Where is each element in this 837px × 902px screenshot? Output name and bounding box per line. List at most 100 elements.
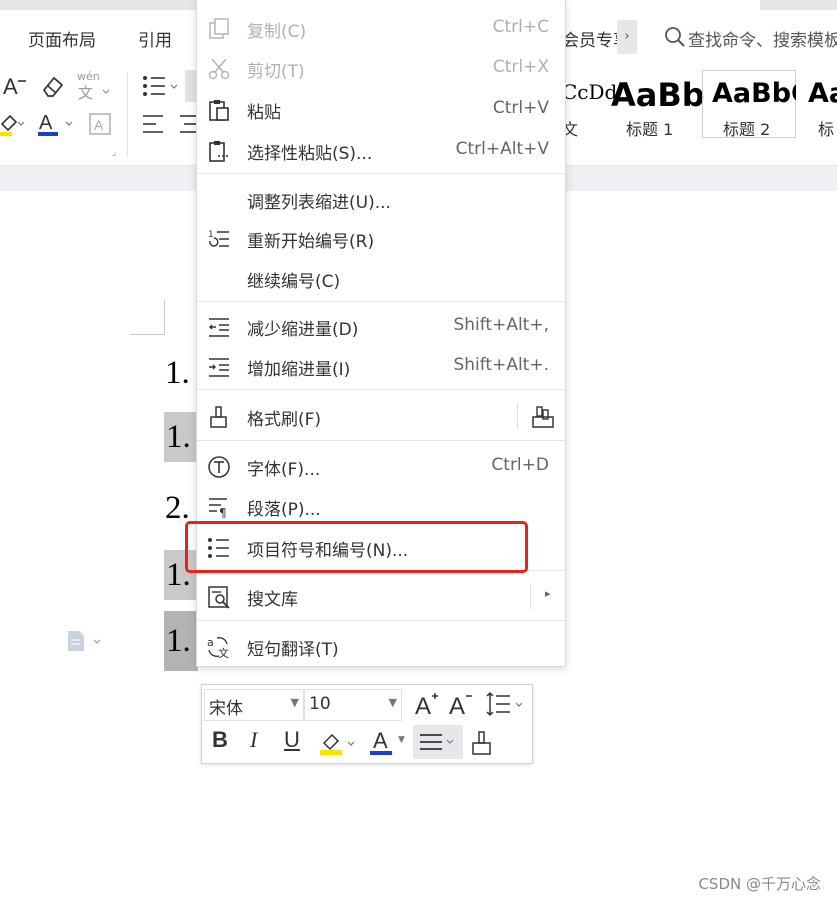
menu-item-copy[interactable]: 复制(C) Ctrl+C (197, 9, 565, 47)
document-options-icon[interactable] (66, 630, 106, 656)
menu-item-shortcut: Ctrl+X (492, 57, 549, 77)
pinyin-guide-icon[interactable]: wén 文 (77, 70, 111, 102)
style-label-heading-3: 标 (818, 120, 835, 139)
tab-references[interactable]: 引用 (138, 26, 172, 51)
menu-item-cut[interactable]: 剪切(T) Ctrl+X (197, 49, 565, 87)
list-item-number[interactable]: 1. (164, 412, 198, 462)
svg-text:¶: ¶ (219, 506, 227, 519)
align-center-icon[interactable] (178, 113, 196, 139)
character-border-icon[interactable]: A (88, 112, 112, 140)
font-color-icon[interactable]: A (38, 110, 78, 142)
chevron-down-icon: ▼ (398, 735, 405, 745)
font-name-select[interactable]: 宋体 ▼ (204, 689, 304, 721)
menu-separator (197, 620, 565, 621)
increase-font-size-icon[interactable]: A (2, 72, 30, 98)
paste-icon (207, 98, 231, 122)
menu-item-label: 重新开始编号(R) (247, 232, 375, 252)
menu-item-translate[interactable]: a文 短句翻译(T) (197, 627, 565, 665)
highlighter-icon[interactable] (0, 110, 30, 142)
font-name-value: 宋体 (209, 699, 243, 719)
menu-item-label: 搜文库 (247, 590, 298, 610)
style-label-heading-2: 标题 2 (723, 120, 771, 139)
menu-item-shortcut: Ctrl+D (491, 455, 549, 475)
search-command-input[interactable]: 查找命令、搜索模板 (688, 26, 837, 51)
menu-item-paste[interactable]: 粘贴 Ctrl+V (197, 90, 565, 128)
menu-item-adjust-list-indent[interactable]: 调整列表缩进(U)... (197, 180, 565, 218)
font-color-button[interactable]: A ▼ (370, 728, 406, 757)
tabs-scroll-right[interactable]: › (617, 20, 637, 54)
menu-item-label: 短句翻译(T) (247, 640, 339, 660)
decrease-font-size-icon[interactable]: A (448, 690, 474, 722)
menu-item-format-painter[interactable]: 格式刷(F) (197, 397, 565, 435)
menu-item-shortcut: Shift+Alt+, (453, 315, 549, 335)
menu-item-restart-numbering[interactable]: 1 重新开始编号(R) (197, 219, 565, 257)
menu-item-increase-indent[interactable]: 增加缩进量(I) Shift+Alt+. (197, 347, 565, 385)
svg-text:A: A (39, 112, 53, 134)
paste-special-icon (207, 139, 231, 163)
menu-item-continue-numbering[interactable]: 继续编号(C) (197, 259, 565, 297)
style-preview-heading-2[interactable]: AaBbC (712, 78, 796, 109)
italic-button[interactable]: I (250, 727, 257, 757)
svg-text:a: a (207, 636, 214, 649)
menu-item-paste-special[interactable]: 选择性粘贴(S)... Ctrl+Alt+V (197, 131, 565, 169)
highlighter-icon[interactable] (320, 730, 360, 760)
format-painter-multi-icon[interactable] (531, 404, 557, 434)
menu-item-divider (517, 403, 518, 429)
submenu-arrow-icon: ▸ (545, 587, 551, 600)
menu-item-label: 粘贴 (247, 103, 281, 123)
menu-item-label: 剪切(T) (247, 62, 305, 82)
tab-page-layout[interactable]: 页面布局 (28, 26, 96, 51)
menu-item-label: 减少缩进量(D) (247, 320, 359, 340)
line-spacing-icon[interactable] (486, 691, 528, 721)
menu-item-label: 格式刷(F) (247, 410, 322, 430)
menu-item-label: 段落(P)... (247, 500, 321, 520)
menu-item-shortcut: Shift+Alt+. (453, 355, 549, 375)
font-color-swatch (370, 751, 392, 755)
menu-item-label: 继续编号(C) (247, 272, 341, 292)
style-preview-normal[interactable]: CcDd (562, 80, 617, 104)
increase-indent-icon (207, 355, 231, 379)
font-size-select[interactable]: 10 ▼ (304, 689, 402, 721)
mini-toolbar: 宋体 ▼ 10 ▼ A A B I U A ▼ (201, 684, 533, 764)
decrease-indent-icon (207, 315, 231, 339)
align-button[interactable] (413, 725, 463, 759)
svg-text:A: A (449, 693, 465, 718)
underline-button[interactable]: U (284, 727, 300, 757)
font-icon (207, 455, 231, 479)
bold-button[interactable]: B (212, 727, 228, 757)
format-painter-icon[interactable] (470, 730, 494, 760)
list-item-number[interactable]: 1. (164, 611, 198, 671)
menu-item-label: 复制(C) (247, 22, 307, 42)
menu-item-search-library[interactable]: 搜文库 ▸ (197, 577, 565, 615)
page-margin-marker (130, 300, 165, 335)
list-item-number[interactable]: 1. (165, 355, 190, 392)
menu-item-paragraph[interactable]: ¶ 段落(P)... (197, 487, 565, 525)
menu-item-decrease-indent[interactable]: 减少缩进量(D) Shift+Alt+, (197, 307, 565, 345)
svg-text:文: 文 (218, 646, 229, 659)
menu-item-shortcut: Ctrl+C (492, 17, 549, 37)
style-preview-heading-1[interactable]: AaBb (611, 76, 705, 114)
svg-text:1: 1 (208, 230, 214, 240)
style-preview-heading-3[interactable]: Aa (808, 78, 837, 109)
svg-text:A: A (3, 74, 18, 98)
style-label-heading-1: 标题 1 (626, 120, 674, 139)
menu-item-shortcut: Ctrl+Alt+V (455, 139, 549, 159)
clear-format-icon[interactable] (40, 73, 66, 99)
svg-text:文: 文 (78, 84, 93, 100)
align-left-icon[interactable] (141, 113, 165, 139)
search-icon[interactable] (664, 26, 686, 52)
numbered-list-button[interactable] (185, 70, 196, 102)
menu-separator (197, 173, 565, 174)
menu-separator (197, 301, 565, 302)
font-dialog-launcher[interactable]: ⌟ (112, 148, 116, 158)
menu-item-label: 调整列表缩进(U)... (247, 193, 391, 213)
svg-text:A: A (415, 693, 431, 718)
paragraph-icon: ¶ (207, 495, 231, 520)
pinyin-label: wén (77, 70, 100, 83)
format-painter-icon (207, 405, 231, 429)
menu-item-font[interactable]: 字体(F)... Ctrl+D (197, 447, 565, 485)
bullet-list-icon[interactable] (141, 73, 181, 103)
increase-font-size-icon[interactable]: A (414, 690, 440, 722)
watermark: CSDN @千万心念 (698, 875, 821, 893)
font-size-value: 10 (309, 694, 331, 714)
